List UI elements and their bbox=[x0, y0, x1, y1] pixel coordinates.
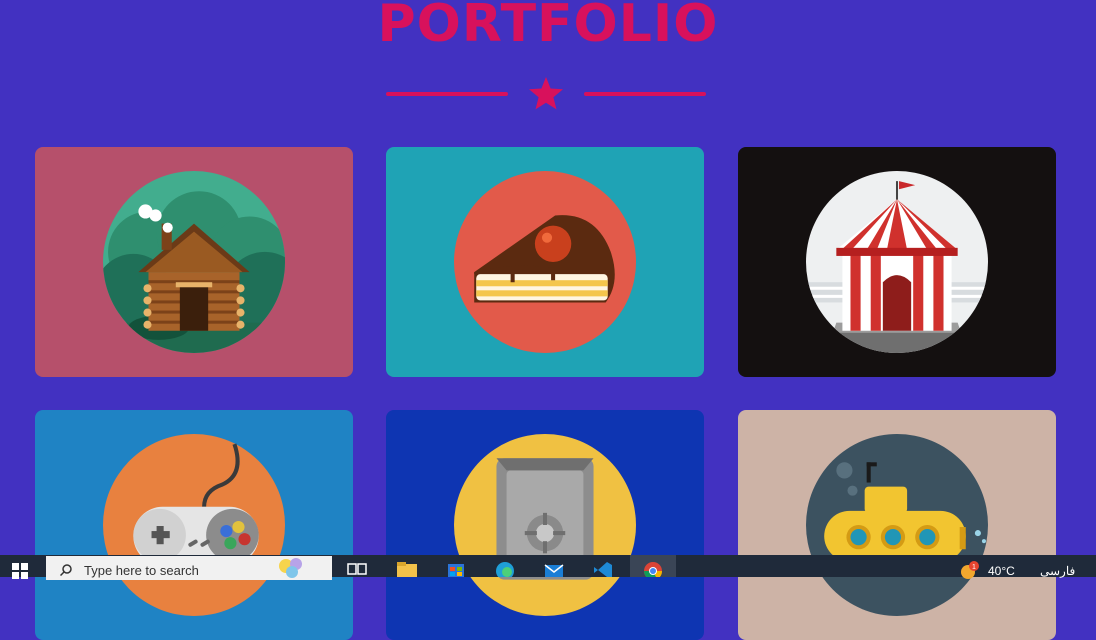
game-controller-icon bbox=[103, 434, 285, 616]
weather-icon[interactable]: 1 bbox=[958, 561, 980, 579]
star-icon bbox=[529, 77, 563, 110]
portfolio-item-submarine[interactable] bbox=[738, 410, 1056, 640]
taskbar-active-app[interactable] bbox=[630, 555, 676, 577]
store-icon[interactable] bbox=[445, 561, 467, 577]
portfolio-item-cabin[interactable] bbox=[35, 147, 353, 377]
portfolio-item-game[interactable] bbox=[35, 410, 353, 640]
log-cabin-icon bbox=[103, 171, 285, 353]
portfolio-item-safe[interactable] bbox=[386, 410, 704, 640]
safe-icon bbox=[454, 434, 636, 616]
search-highlight-icon bbox=[279, 558, 302, 578]
search-placeholder: Type here to search bbox=[84, 563, 199, 578]
page-title: PORTFOLIO bbox=[377, 0, 719, 54]
mail-icon[interactable] bbox=[543, 561, 565, 577]
edge-icon[interactable] bbox=[494, 561, 516, 577]
submarine-icon bbox=[806, 434, 988, 616]
divider-line-left bbox=[386, 92, 508, 96]
temperature-readout: 40°C bbox=[988, 564, 1015, 578]
search-icon bbox=[60, 564, 72, 576]
chrome-icon bbox=[644, 562, 662, 577]
portfolio-item-circus[interactable] bbox=[738, 147, 1056, 377]
cake-slice-icon bbox=[454, 171, 636, 353]
circus-tent-icon bbox=[806, 171, 988, 353]
title-divider bbox=[386, 72, 706, 116]
portfolio-item-cake[interactable] bbox=[386, 147, 704, 377]
file-explorer-icon[interactable] bbox=[396, 561, 418, 577]
task-view-icon[interactable] bbox=[346, 561, 368, 577]
vscode-icon[interactable] bbox=[592, 561, 614, 577]
taskbar-search[interactable]: Type here to search bbox=[46, 556, 332, 580]
weather-badge: 1 bbox=[972, 564, 976, 571]
taskbar: Type here to search 1 40°C فارسی bbox=[0, 555, 1096, 580]
input-language[interactable]: فارسی bbox=[1040, 564, 1075, 578]
divider-line-right bbox=[584, 92, 706, 96]
